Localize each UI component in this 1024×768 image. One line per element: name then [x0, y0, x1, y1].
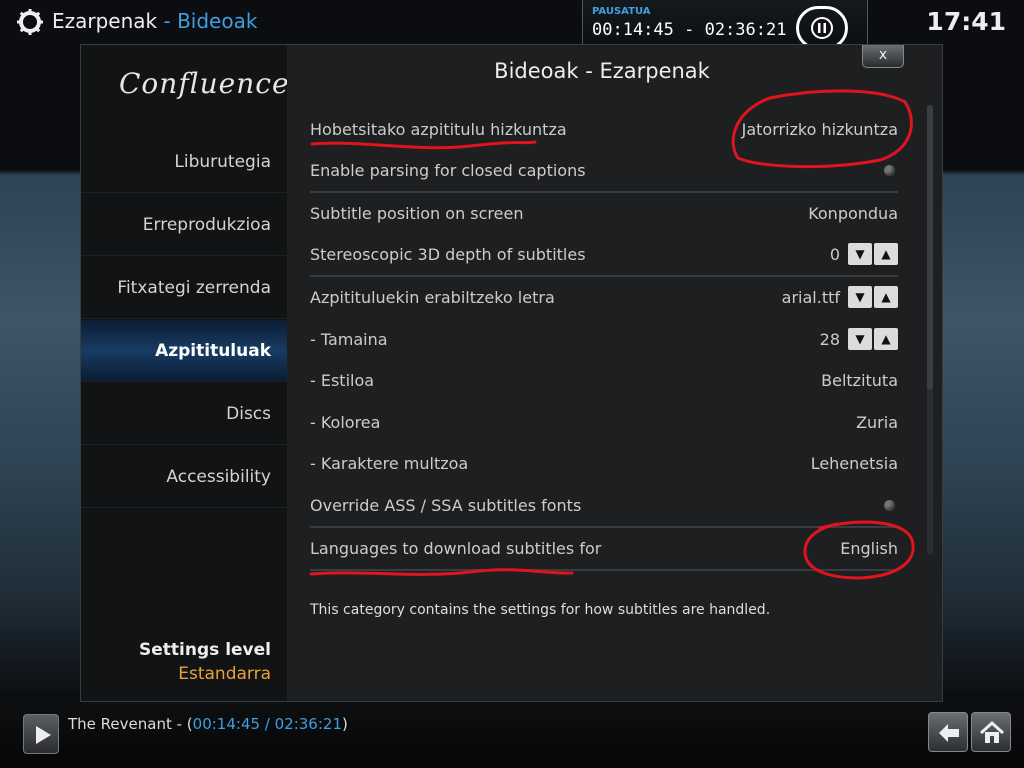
setting-row-subtitle-font[interactable]: Azpitituluekin erabiltzeko letra arial.t…	[310, 277, 898, 318]
breadcrumb: Ezarpenak - Bideoak	[52, 9, 257, 33]
setting-label: - Tamaina	[310, 330, 388, 349]
now-playing-title: The Revenant -	[68, 715, 187, 733]
setting-label: - Kolorea	[310, 413, 381, 432]
setting-row-preferred-subtitle-language[interactable]: Hobetsitako azpititulu hizkuntza Jatorri…	[310, 109, 898, 150]
settings-level-label: Settings level	[139, 640, 271, 660]
playback-time: 00:14:45 - 02:36:21	[592, 20, 787, 40]
setting-row-3d-depth[interactable]: Stereoscopic 3D depth of subtitles 0 ▼ ▲	[310, 234, 898, 277]
sidebar-item-fitxategi-zerrenda[interactable]: Fitxategi zerrenda	[81, 257, 287, 319]
setting-label: Subtitle position on screen	[310, 204, 524, 223]
setting-value: Beltzituta	[821, 371, 898, 390]
spin-down-icon[interactable]: ▼	[848, 328, 872, 350]
spin-down-icon[interactable]: ▼	[848, 286, 872, 308]
setting-value: English	[840, 539, 898, 558]
back-button[interactable]	[928, 712, 968, 752]
sidebar-item-accessibility[interactable]: Accessibility	[81, 446, 287, 508]
sidebar-item-azpitituluak[interactable]: Azpitituluak	[81, 320, 287, 382]
setting-label: Hobetsitako azpititulu hizkuntza	[310, 120, 567, 139]
now-playing-info: The Revenant - (00:14:45 / 02:36:21)	[68, 715, 348, 733]
toggle-radio[interactable]	[884, 500, 895, 511]
sidebar-item-erreprodukzioa[interactable]: Erreprodukzioa	[81, 194, 287, 256]
breadcrumb-section: Ezarpenak	[52, 9, 158, 33]
setting-label: - Karaktere multzoa	[310, 454, 469, 473]
toggle-radio[interactable]	[884, 165, 895, 176]
setting-value: 28	[819, 330, 840, 349]
spin-down-icon[interactable]: ▼	[848, 243, 872, 265]
setting-value: Lehenetsia	[810, 454, 898, 473]
play-button[interactable]	[23, 714, 59, 754]
spin-up-icon[interactable]: ▲	[874, 286, 898, 308]
setting-label: Override ASS / SSA subtitles fonts	[310, 496, 582, 515]
sidebar-item-liburutegia[interactable]: Liburutegia	[81, 131, 287, 193]
pause-icon	[811, 17, 833, 39]
scrollbar[interactable]	[927, 105, 933, 555]
dialog-title: Bideoak - Ezarpenak	[494, 59, 710, 83]
spin-buttons[interactable]: ▼ ▲	[848, 286, 898, 308]
breadcrumb-subsection: Bideoak	[177, 9, 258, 33]
setting-value: Jatorrizko hizkuntza	[741, 120, 898, 139]
now-playing-time: 00:14:45 / 02:36:21	[192, 715, 342, 733]
scrollbar-thumb[interactable]	[927, 105, 933, 390]
setting-label: - Estiloa	[310, 371, 375, 390]
setting-row-closed-captions[interactable]: Enable parsing for closed captions	[310, 150, 898, 193]
spin-up-icon[interactable]: ▲	[874, 328, 898, 350]
back-arrow-icon	[939, 724, 959, 742]
setting-row-font-style[interactable]: - Estiloa Beltzituta	[310, 360, 898, 401]
category-description: This category contains the settings for …	[310, 602, 771, 618]
setting-label: Enable parsing for closed captions	[310, 161, 586, 180]
close-button[interactable]: x	[862, 45, 904, 68]
top-bar: Ezarpenak - Bideoak 17:41	[0, 0, 1024, 44]
gear-icon	[17, 9, 43, 35]
home-icon	[979, 720, 1005, 743]
confluence-logo: Confluence	[119, 67, 290, 100]
setting-row-override-ass-fonts[interactable]: Override ASS / SSA subtitles fonts	[310, 485, 898, 528]
setting-row-charset[interactable]: - Karaktere multzoa Lehenetsia	[310, 443, 898, 484]
playback-status: PAUSATUA	[592, 6, 651, 17]
sidebar-item-discs[interactable]: Discs	[81, 383, 287, 445]
settings-level-value: Estandarra	[178, 664, 271, 684]
setting-row-subtitle-position[interactable]: Subtitle position on screen Konpondua	[310, 193, 898, 234]
sidebar: Confluence Liburutegia Erreprodukzioa Fi…	[81, 45, 290, 701]
setting-label: Languages to download subtitles for	[310, 539, 602, 558]
setting-value: 0	[829, 245, 840, 264]
home-button[interactable]	[971, 712, 1011, 752]
setting-row-font-color[interactable]: - Kolorea Zuria	[310, 402, 898, 443]
breadcrumb-separator: - Bideoak	[157, 9, 258, 33]
spin-up-icon[interactable]: ▲	[874, 243, 898, 265]
settings-level[interactable]: Settings level Estandarra	[139, 640, 271, 684]
play-icon	[36, 726, 51, 744]
setting-label: Azpitituluekin erabiltzeko letra	[310, 288, 555, 307]
setting-row-download-languages[interactable]: Languages to download subtitles for Engl…	[310, 528, 898, 571]
setting-label: Stereoscopic 3D depth of subtitles	[310, 245, 586, 264]
setting-value: Konpondua	[808, 204, 898, 223]
spin-buttons[interactable]: ▼ ▲	[848, 328, 898, 350]
setting-value: arial.ttf	[781, 288, 840, 307]
setting-value: Zuria	[856, 413, 898, 432]
spin-buttons[interactable]: ▼ ▲	[848, 243, 898, 265]
bottom-bar: The Revenant - (00:14:45 / 02:36:21)	[0, 702, 1024, 768]
clock: 17:41	[926, 7, 1006, 36]
setting-row-font-size[interactable]: - Tamaina 28 ▼ ▲	[310, 319, 898, 360]
